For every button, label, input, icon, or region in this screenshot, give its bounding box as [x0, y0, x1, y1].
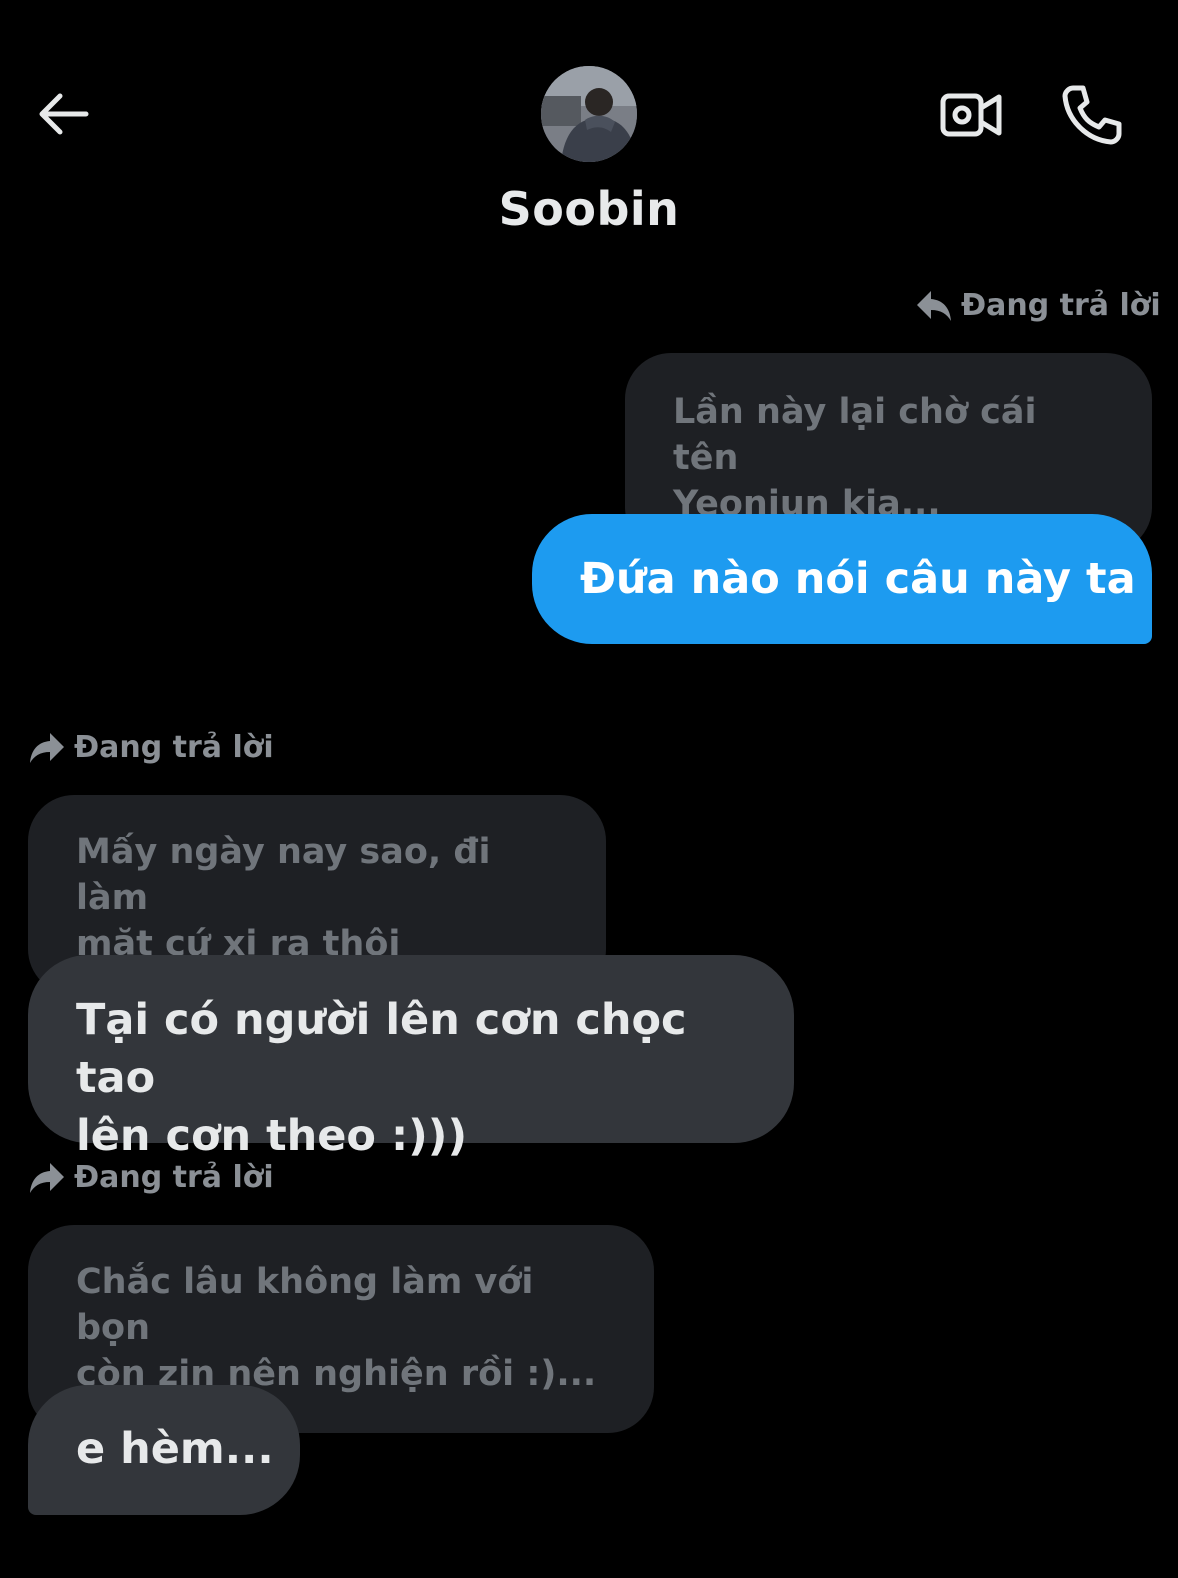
- received-message-bubble[interactable]: e hèm...: [28, 1385, 300, 1515]
- reply-indicator: Đang trả lời: [28, 730, 274, 765]
- reply-label: Đang trả lời: [961, 288, 1161, 323]
- reply-indicator: Đang trả lời: [28, 1160, 274, 1195]
- phone-icon: [1062, 85, 1122, 145]
- received-message-bubble[interactable]: Tại có người lên cơn chọc tao lên cơn th…: [28, 955, 794, 1161]
- contact-avatar[interactable]: [541, 66, 637, 162]
- reply-label: Đang trả lời: [74, 1160, 274, 1195]
- video-camera-icon: [940, 93, 1002, 137]
- reply-right-icon: [30, 1162, 64, 1193]
- avatar-photo: [541, 66, 637, 162]
- reply-left-icon: [917, 290, 951, 321]
- reply-indicator: Đang trả lời: [915, 288, 1161, 323]
- back-button[interactable]: [30, 82, 94, 146]
- contact-name[interactable]: Soobin: [0, 182, 1178, 236]
- sent-message-bubble[interactable]: Đứa nào nói câu này ta: [532, 514, 1152, 644]
- reply-label: Đang trả lời: [74, 730, 274, 765]
- video-call-button[interactable]: [935, 80, 1007, 150]
- reply-right-icon: [30, 732, 64, 763]
- back-arrow-icon: [39, 93, 89, 135]
- voice-call-button[interactable]: [1055, 78, 1127, 150]
